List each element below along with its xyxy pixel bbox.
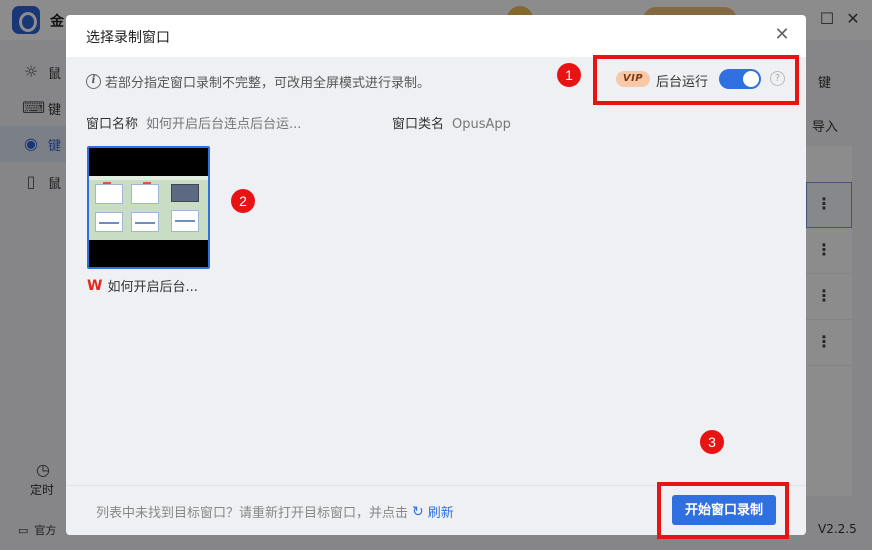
footer-tip: 列表中未找到目标窗口？请重新打开目标窗口，并点击 ↻ 刷新 (96, 502, 454, 522)
info-icon: i (86, 74, 101, 89)
annotation-number-3: 3 (700, 430, 724, 454)
notice-text: 若部分指定窗口录制不完整，可改用全屏模式进行录制。 (105, 76, 431, 91)
window-class-label: 窗口类名 (392, 117, 445, 132)
annotation-number-1: 1 (557, 63, 581, 87)
window-class-value: OpusApp (452, 117, 511, 132)
highlight-box-1 (593, 55, 799, 105)
refresh-icon[interactable]: ↻ (412, 504, 424, 520)
window-name-row: 窗口名称 如何开启后台连点后台运... (86, 113, 301, 132)
window-caption[interactable]: W 如何开启后台... (87, 276, 198, 296)
dialog-title: 选择录制窗口 (86, 30, 170, 46)
window-caption-text: 如何开启后台... (107, 280, 198, 295)
window-name-value: 如何开启后台连点后台运... (146, 117, 302, 132)
wps-icon: W (87, 277, 103, 294)
window-name-label: 窗口名称 (86, 117, 139, 132)
window-thumbnail[interactable] (87, 146, 210, 269)
annotation-number-2: 2 (231, 189, 255, 213)
refresh-link[interactable]: 刷新 (428, 502, 454, 521)
highlight-box-3 (657, 482, 789, 539)
window-class-row: 窗口类名 OpusApp (392, 113, 511, 132)
close-icon[interactable]: ✕ (772, 25, 792, 45)
dialog-header: 选择录制窗口 ✕ (66, 15, 806, 57)
recording-notice: i 若部分指定窗口录制不完整，可改用全屏模式进行录制。 (86, 72, 430, 91)
thumbnail-preview (89, 176, 208, 240)
footer-tip-text: 列表中未找到目标窗口？请重新打开目标窗口，并点击 (96, 506, 409, 521)
